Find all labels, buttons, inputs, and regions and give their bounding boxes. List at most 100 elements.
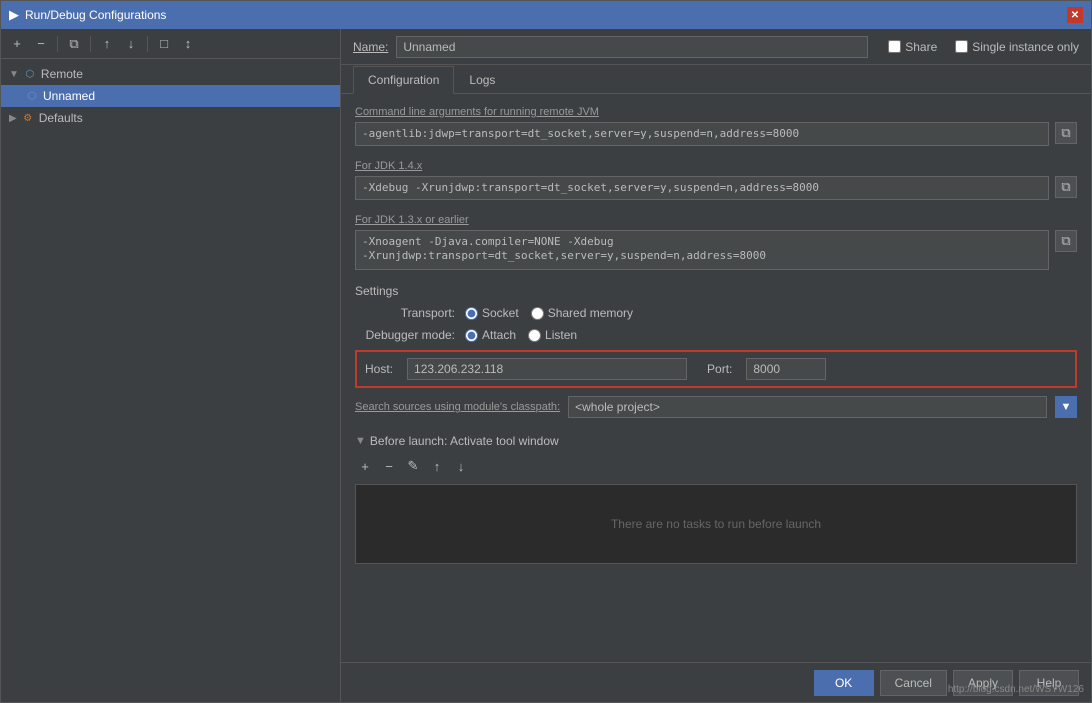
debugger-attach-radio[interactable] xyxy=(465,329,478,342)
cmd-jvm-label: Command line arguments for running remot… xyxy=(355,106,1077,118)
cmd-jdk13-row: -Xnoagent -Djava.compiler=NONE -Xdebug -… xyxy=(355,230,1077,270)
tabs-bar: Configuration Logs xyxy=(341,65,1091,94)
jdk13-label: For JDK 1.3.x or earlier xyxy=(355,214,1077,226)
name-input[interactable] xyxy=(396,36,868,58)
single-instance-checkbox[interactable] xyxy=(955,40,968,53)
copy-jdk13-button[interactable]: ⧉ xyxy=(1055,230,1077,252)
cmd-jdk13-input[interactable]: -Xnoagent -Djava.compiler=NONE -Xdebug -… xyxy=(355,230,1049,270)
single-instance-label: Single instance only xyxy=(972,40,1079,54)
port-input[interactable] xyxy=(746,358,826,380)
share-label: Share xyxy=(905,40,937,54)
cmd-jvm-input[interactable]: -agentlib:jdwp=transport=dt_socket,serve… xyxy=(355,122,1049,146)
transport-socket-option[interactable]: Socket xyxy=(465,306,519,320)
debugger-attach-label: Attach xyxy=(482,328,516,342)
sidebar-item-remote[interactable]: ▼ ⬡ Remote xyxy=(1,63,340,85)
defaults-label: Defaults xyxy=(39,111,83,125)
before-launch-remove-button[interactable]: − xyxy=(379,456,399,476)
share-area: Share Single instance only xyxy=(888,40,1079,54)
before-launch-toolbar: + − ✎ ↑ ↓ xyxy=(355,456,1077,476)
before-launch-edit-button[interactable]: ✎ xyxy=(403,456,423,476)
transport-sharedmem-option[interactable]: Shared memory xyxy=(531,306,633,320)
sidebar: + − ⧉ ↑ ↓ □ ↕ ▼ ⬡ Remote ⬡ xyxy=(1,29,341,702)
debugger-mode-radio-group: Attach Listen xyxy=(465,328,577,342)
move-up-button[interactable]: ↑ xyxy=(97,34,117,54)
transport-row: Transport: Socket Shared memory xyxy=(355,306,1077,320)
before-launch-header: ▼ Before launch: Activate tool window xyxy=(355,434,1077,448)
apply-button[interactable]: Apply xyxy=(953,670,1013,696)
unnamed-label: Unnamed xyxy=(43,89,95,103)
sidebar-item-unnamed[interactable]: ⬡ Unnamed xyxy=(1,85,340,107)
move-down-button[interactable]: ↓ xyxy=(121,34,141,54)
classpath-input[interactable] xyxy=(568,396,1047,418)
before-launch-add-button[interactable]: + xyxy=(355,456,375,476)
before-launch-empty-text: There are no tasks to run before launch xyxy=(611,517,821,531)
settings-title: Settings xyxy=(355,284,1077,298)
close-button[interactable]: ✕ xyxy=(1067,7,1083,23)
debugger-attach-option[interactable]: Attach xyxy=(465,328,516,342)
defaults-icon: ⚙ xyxy=(21,111,35,125)
folder-button[interactable]: □ xyxy=(154,34,174,54)
panel-body: Command line arguments for running remot… xyxy=(341,94,1091,662)
expand-arrow-defaults: ▶ xyxy=(9,113,17,124)
before-launch-title: Before launch: Activate tool window xyxy=(370,434,559,448)
sidebar-item-defaults[interactable]: ▶ ⚙ Defaults xyxy=(1,107,340,129)
before-launch-area: There are no tasks to run before launch xyxy=(355,484,1077,564)
transport-socket-radio[interactable] xyxy=(465,307,478,320)
cmd-jvm-row: -agentlib:jdwp=transport=dt_socket,serve… xyxy=(355,122,1077,146)
share-checkbox-group: Share xyxy=(888,40,937,54)
cmd-jdk14-input[interactable]: -Xdebug -Xrunjdwp:transport=dt_socket,se… xyxy=(355,176,1049,200)
settings-section: Settings Transport: Socket Shared memory xyxy=(355,284,1077,388)
transport-socket-label: Socket xyxy=(482,306,519,320)
debugger-listen-option[interactable]: Listen xyxy=(528,328,577,342)
title-bar: ▶ Run/Debug Configurations ✕ xyxy=(1,1,1091,29)
port-label: Port: xyxy=(707,362,732,376)
remote-group-icon: ⬡ xyxy=(23,67,37,81)
debugger-listen-radio[interactable] xyxy=(528,329,541,342)
classpath-dropdown-button[interactable]: ▼ xyxy=(1055,396,1077,418)
cmd-jdk14-block: For JDK 1.4.x -Xdebug -Xrunjdwp:transpor… xyxy=(355,160,1077,200)
remove-config-button[interactable]: − xyxy=(31,34,51,54)
before-launch-section: ▼ Before launch: Activate tool window + … xyxy=(355,434,1077,564)
transport-label: Transport: xyxy=(355,306,455,320)
right-panel: Name: Share Single instance only Configu… xyxy=(341,29,1091,702)
remote-group-label: Remote xyxy=(41,67,83,81)
config-icon: ⬡ xyxy=(25,89,39,103)
host-label: Host: xyxy=(365,362,393,376)
sidebar-toolbar: + − ⧉ ↑ ↓ □ ↕ xyxy=(1,29,340,59)
before-launch-up-button[interactable]: ↑ xyxy=(427,456,447,476)
cmd-jdk13-block: For JDK 1.3.x or earlier -Xnoagent -Djav… xyxy=(355,214,1077,270)
tab-configuration[interactable]: Configuration xyxy=(353,66,454,94)
tab-logs[interactable]: Logs xyxy=(454,66,510,94)
expand-arrow-remote: ▼ xyxy=(9,69,19,80)
ok-button[interactable]: OK xyxy=(814,670,874,696)
add-config-button[interactable]: + xyxy=(7,34,27,54)
copy-config-button[interactable]: ⧉ xyxy=(64,34,84,54)
classpath-row: Search sources using module's classpath:… xyxy=(355,396,1077,418)
cmd-jvm-block: Command line arguments for running remot… xyxy=(355,106,1077,146)
debugger-mode-row: Debugger mode: Attach Listen xyxy=(355,328,1077,342)
transport-sharedmem-label: Shared memory xyxy=(548,306,633,320)
before-launch-collapse-icon: ▼ xyxy=(355,435,366,447)
bottom-bar: OK Cancel Apply Help xyxy=(341,662,1091,702)
copy-jdk14-button[interactable]: ⧉ xyxy=(1055,176,1077,198)
transport-radio-group: Socket Shared memory xyxy=(465,306,633,320)
share-checkbox[interactable] xyxy=(888,40,901,53)
single-instance-checkbox-group: Single instance only xyxy=(955,40,1079,54)
before-launch-down-button[interactable]: ↓ xyxy=(451,456,471,476)
window-title: Run/Debug Configurations xyxy=(25,8,166,22)
classpath-label: Search sources using module's classpath: xyxy=(355,401,560,413)
run-debug-icon: ▶ xyxy=(9,7,19,23)
host-input[interactable] xyxy=(407,358,687,380)
host-port-row: Host: Port: xyxy=(355,350,1077,388)
cancel-button[interactable]: Cancel xyxy=(880,670,947,696)
copy-jvm-button[interactable]: ⧉ xyxy=(1055,122,1077,144)
sort-button[interactable]: ↕ xyxy=(178,34,198,54)
name-label: Name: xyxy=(353,40,388,54)
sidebar-tree: ▼ ⬡ Remote ⬡ Unnamed ▶ ⚙ Defaults xyxy=(1,59,340,702)
cmd-jdk14-row: -Xdebug -Xrunjdwp:transport=dt_socket,se… xyxy=(355,176,1077,200)
transport-sharedmem-radio[interactable] xyxy=(531,307,544,320)
help-button[interactable]: Help xyxy=(1019,670,1079,696)
jdk14-label: For JDK 1.4.x xyxy=(355,160,1077,172)
debugger-listen-label: Listen xyxy=(545,328,577,342)
debugger-mode-label: Debugger mode: xyxy=(355,328,455,342)
